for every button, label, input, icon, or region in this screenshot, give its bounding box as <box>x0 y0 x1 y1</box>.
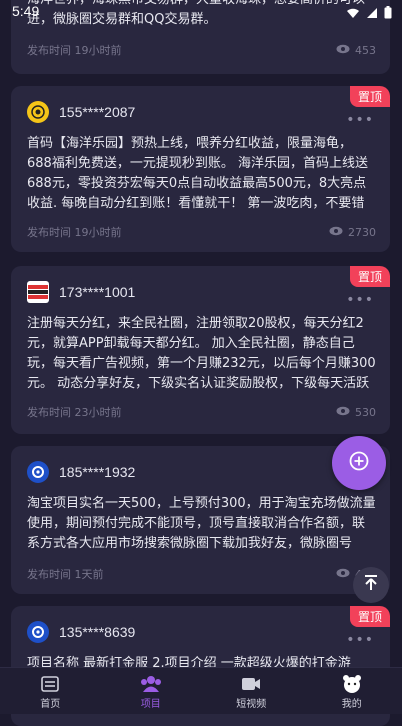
avatar <box>27 281 49 303</box>
arrow-up-icon <box>362 574 380 596</box>
username: 185****1932 <box>59 464 135 480</box>
username: 155****2087 <box>59 104 135 120</box>
post-content: 首码【海洋乐园】预热上线，喂养分红收益，限量海龟，688福利免费送，一元提现秒到… <box>27 134 376 214</box>
video-icon <box>241 673 261 695</box>
post-author[interactable]: 155****2087 <box>27 101 135 123</box>
bottom-tab-bar: 首页 项目 短视频 我的 <box>0 667 402 714</box>
post-meta: 发布时间 19小时前 453 <box>27 42 376 58</box>
avatar <box>27 461 49 483</box>
signal-icon <box>366 4 378 23</box>
project-icon <box>140 673 162 695</box>
eye-icon <box>329 226 343 239</box>
view-count: 530 <box>355 406 376 419</box>
avatar <box>27 101 49 123</box>
eye-icon <box>336 44 350 57</box>
view-count: 453 <box>355 44 376 57</box>
post-views: 453 <box>336 44 376 57</box>
tab-home[interactable]: 首页 <box>0 668 101 714</box>
post-views: 530 <box>336 406 376 419</box>
home-icon <box>41 673 59 695</box>
status-time: 5:49 <box>12 3 39 19</box>
username: 173****1001 <box>59 284 135 300</box>
post-card[interactable]: 置顶 ••• 173****1001 注册每天分红，来全民社圈，注册领取20股权… <box>11 266 390 434</box>
tab-label: 短视频 <box>236 695 266 710</box>
tab-project[interactable]: 项目 <box>101 668 202 714</box>
avatar <box>27 621 49 643</box>
tab-label: 项目 <box>141 695 161 710</box>
post-card[interactable]: 置顶 ••• 155****2087 首码【海洋乐园】预热上线，喂养分红收益，限… <box>11 86 390 252</box>
pinned-badge: 置顶 <box>350 606 390 627</box>
post-meta: 发布时间 1天前 400 <box>27 566 376 582</box>
tab-label: 首页 <box>40 695 60 710</box>
post-time: 发布时间 23小时前 <box>27 404 122 420</box>
post-time: 发布时间 1天前 <box>27 566 104 582</box>
post-meta: 发布时间 19小时前 2730 <box>27 224 376 240</box>
post-author[interactable]: 135****8639 <box>27 621 135 643</box>
add-post-button[interactable] <box>332 436 386 490</box>
post-views: 2730 <box>329 226 376 239</box>
post-time: 发布时间 19小时前 <box>27 42 122 58</box>
post-content: 注册每天分红，来全民社圈，注册领取20股权，每天分红2元，就算APP卸载每天都分… <box>27 314 376 394</box>
eye-icon <box>336 406 350 419</box>
more-icon[interactable]: ••• <box>346 632 374 648</box>
pinned-badge: 置顶 <box>350 86 390 107</box>
post-author[interactable]: 173****1001 <box>27 281 135 303</box>
view-count: 2730 <box>348 226 376 239</box>
tab-video[interactable]: 短视频 <box>201 668 302 714</box>
more-icon[interactable]: ••• <box>346 292 374 308</box>
status-icons <box>346 4 392 23</box>
wifi-icon <box>346 4 360 23</box>
eye-icon <box>336 568 350 581</box>
post-content: 淘宝项目实名一天500，上号预付300，用于淘宝充场做流量使用，期间预付完成不能… <box>27 494 376 554</box>
pinned-badge: 置顶 <box>350 266 390 287</box>
more-icon[interactable]: ••• <box>346 112 374 128</box>
post-author[interactable]: 185****1932 <box>27 461 135 483</box>
post-meta: 发布时间 23小时前 530 <box>27 404 376 420</box>
status-bar: 5:49 <box>0 0 402 24</box>
tab-profile[interactable]: 我的 <box>302 668 402 714</box>
plus-icon <box>348 450 370 476</box>
battery-icon <box>384 4 392 23</box>
profile-icon <box>342 673 362 695</box>
back-to-top-button[interactable] <box>353 567 389 603</box>
username: 135****8639 <box>59 624 135 640</box>
post-time: 发布时间 19小时前 <box>27 224 122 240</box>
tab-label: 我的 <box>342 695 362 710</box>
